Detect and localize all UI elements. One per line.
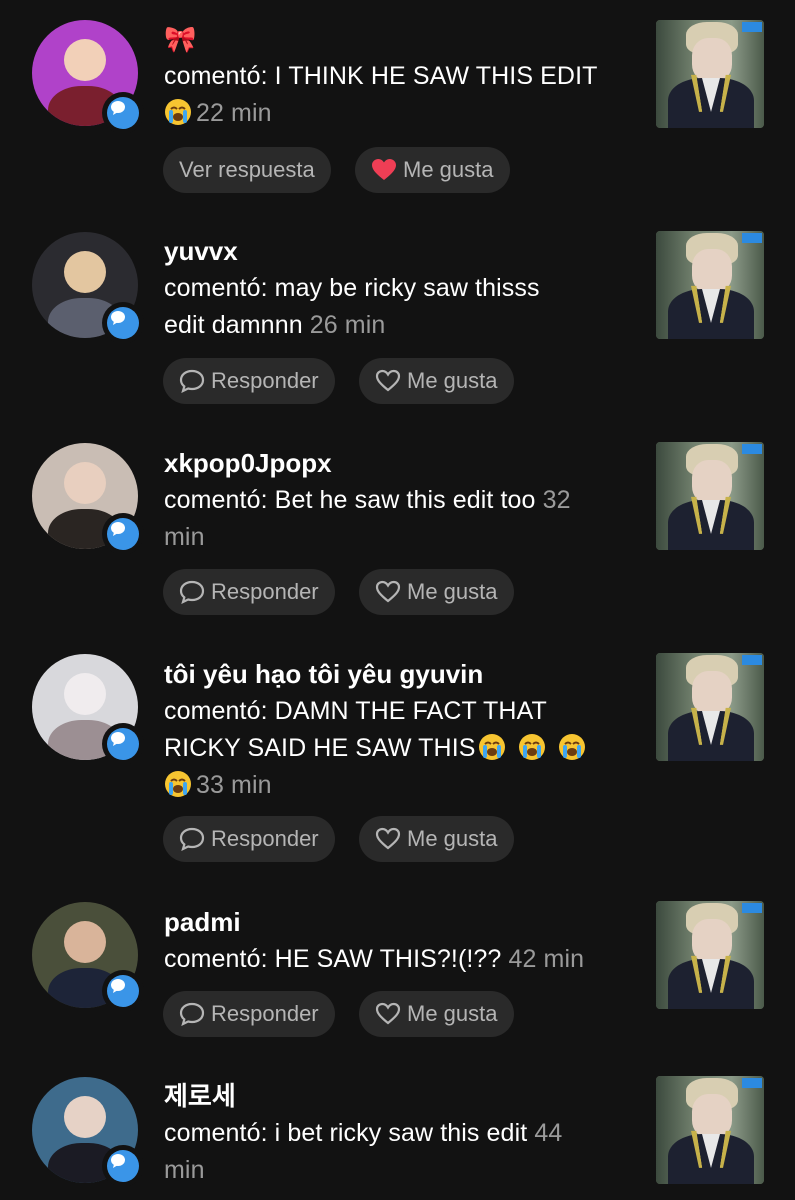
video-thumbnail[interactable]	[656, 442, 764, 550]
speech-bubble-icon	[179, 580, 205, 605]
username[interactable]: yuvvx	[164, 232, 634, 270]
comment-body-line2: RICKY SAID HE SAW THIS	[164, 730, 634, 767]
video-thumbnail[interactable]	[656, 1076, 764, 1184]
comment-text-block: yuvvx comentó: may be ricky saw thisss e…	[164, 232, 634, 344]
username[interactable]: xkpop0Jpopx	[164, 444, 634, 482]
comment-time-unit: min	[164, 1156, 205, 1184]
like-button[interactable]: Me gusta	[359, 991, 514, 1037]
comment-text-block: 제로세 comentó: i bet ricky saw this edit 4…	[164, 1077, 634, 1189]
video-thumbnail[interactable]	[656, 231, 764, 339]
message-badge-icon	[102, 723, 144, 765]
comment-body: comentó: may be ricky saw thisss	[164, 274, 540, 302]
comment-time-unit: min	[164, 523, 205, 551]
comment-body: comentó: i bet ricky saw this edit 44	[164, 1119, 563, 1147]
comment-body: comentó: I THINK HE SAW THIS EDIT	[164, 62, 598, 90]
like-button[interactable]: Me gusta	[355, 147, 510, 193]
like-button[interactable]: Me gusta	[359, 569, 514, 615]
comment-text-block: tôi yêu hạo tôi yêu gyuvin comentó: DAMN…	[164, 655, 634, 804]
heart-outline-icon	[375, 369, 401, 392]
speech-bubble-icon	[179, 369, 205, 394]
message-badge-icon	[102, 1145, 144, 1187]
message-badge-icon	[102, 970, 144, 1012]
message-badge-icon	[102, 513, 144, 555]
like-button[interactable]: Me gusta	[359, 816, 514, 862]
message-badge-icon	[102, 92, 144, 134]
comment-body-line2: edit damnnn 26 min	[164, 311, 386, 339]
heart-outline-icon	[375, 580, 401, 603]
like-button[interactable]: Me gusta	[359, 358, 514, 404]
message-badge-icon	[102, 302, 144, 344]
reply-button[interactable]: Responder	[163, 569, 335, 615]
view-replies-button[interactable]: Ver respuesta	[163, 147, 331, 193]
username[interactable]: 🎀	[164, 20, 634, 58]
comment-body-line2: 22 min	[164, 95, 634, 132]
crying-emoji-icon	[478, 734, 505, 760]
comment-time: 22 min	[196, 99, 272, 127]
crying-emoji-icon	[558, 734, 585, 760]
reply-button[interactable]: Responder	[163, 816, 335, 862]
comment-body: comentó: DAMN THE FACT THAT	[164, 697, 547, 725]
heart-outline-icon	[375, 1002, 401, 1025]
heart-filled-icon	[372, 159, 396, 180]
comment-time: 32	[542, 486, 571, 514]
heart-outline-icon	[375, 827, 401, 850]
comment-body: comentó: Bet he saw this edit too 32	[164, 486, 571, 514]
username[interactable]: tôi yêu hạo tôi yêu gyuvin	[164, 655, 634, 693]
reply-button[interactable]: Responder	[163, 358, 335, 404]
username[interactable]: 제로세	[164, 1077, 634, 1115]
crying-emoji-icon	[165, 771, 191, 797]
comment-time: 44	[534, 1119, 563, 1147]
crying-emoji-icon	[518, 734, 545, 760]
username[interactable]: padmi	[164, 903, 634, 941]
video-thumbnail[interactable]	[656, 20, 764, 128]
reply-button[interactable]: Responder	[163, 991, 335, 1037]
crying-emoji-icon	[165, 99, 191, 125]
comment-text-block: xkpop0Jpopx comentó: Bet he saw this edi…	[164, 444, 634, 556]
comment-time: 26 min	[309, 311, 386, 339]
comment-text-block: 🎀 comentó: I THINK HE SAW THIS EDIT 22 m…	[164, 20, 634, 132]
comment-time: 42 min	[508, 945, 585, 973]
speech-bubble-icon	[179, 1002, 205, 1027]
comment-body: comentó: HE SAW THIS?!(!?? 42 min	[164, 945, 585, 973]
speech-bubble-icon	[179, 827, 205, 852]
comment-body-line3: 33 min	[164, 767, 634, 804]
comment-time: 33 min	[196, 771, 272, 799]
comment-text-block: padmi comentó: HE SAW THIS?!(!?? 42 min	[164, 903, 634, 978]
video-thumbnail[interactable]	[656, 653, 764, 761]
video-thumbnail[interactable]	[656, 901, 764, 1009]
